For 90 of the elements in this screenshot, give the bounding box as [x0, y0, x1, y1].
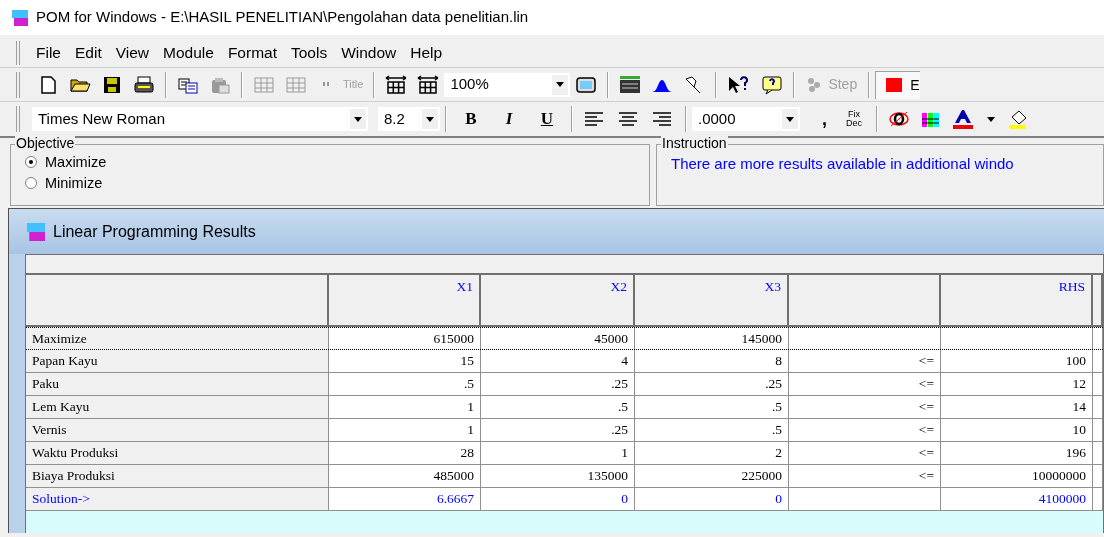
save-icon[interactable] [101, 74, 123, 95]
table-cell: 1 [329, 419, 481, 441]
underline-button[interactable]: U [534, 106, 560, 132]
menu-item[interactable]: Tools [290, 40, 328, 65]
dots-icon [806, 76, 823, 93]
column-header: RHS [941, 275, 1093, 325]
menu-item[interactable]: Module [163, 40, 214, 65]
menu-item[interactable]: Help [410, 40, 443, 65]
table-cell: 28 [329, 442, 481, 464]
decimals-dropdown[interactable]: .0000 [692, 107, 800, 131]
table-cell: .25 [635, 373, 789, 395]
table-cell: <= [789, 442, 941, 464]
help-balloon-icon[interactable] [761, 74, 784, 95]
window-title: POM for Windows - E:\HASIL PENELITIAN\Pengolahan data penelitian.lin [36, 7, 529, 28]
toolbar-button[interactable]: E [875, 70, 920, 99]
menu-item[interactable]: View [115, 40, 150, 65]
fill-color-icon[interactable] [1008, 109, 1026, 129]
table-cell: Lem Kayu [26, 396, 329, 418]
table-cell: 4 [481, 350, 635, 372]
table-cell: 12 [941, 373, 1093, 395]
window-title: Linear Programming Results [53, 221, 256, 242]
monitor-icon[interactable] [575, 74, 598, 95]
table-cell: .25 [481, 419, 635, 441]
table-cell: .5 [635, 396, 789, 418]
table-cell: 2 [635, 442, 789, 464]
table-cell: <= [789, 350, 941, 372]
menu-item[interactable]: Window [341, 40, 397, 65]
table-cell: 1 [481, 442, 635, 464]
radio-button[interactable] [25, 156, 37, 168]
table-cell: 225000 [635, 465, 789, 487]
table-cell: 8 [635, 350, 789, 372]
table-cell: 196 [941, 442, 1093, 464]
table-cell: Paku [26, 373, 329, 395]
table-cell: Vernis [26, 419, 329, 441]
table-cell: Biaya Produksi [26, 465, 329, 487]
table-cell: 0 [635, 488, 789, 510]
calculator-icon[interactable] [619, 74, 642, 95]
table-cell: 615000 [329, 328, 481, 349]
group-title: Instruction [661, 135, 728, 151]
table-cell: <= [789, 465, 941, 487]
table-cell: Solution-> [26, 488, 329, 510]
column-header: X3 [635, 275, 789, 325]
instruction-text: There are more results available in additional windo [670, 154, 1015, 174]
table-cell [1093, 328, 1103, 349]
table-cell: Maximize [26, 328, 329, 349]
column-header: X2 [481, 275, 635, 325]
table-cell: 10000000 [941, 465, 1093, 487]
zoom-dropdown[interactable]: 100% [444, 72, 571, 97]
italic-button[interactable]: I [496, 106, 522, 132]
radio-label[interactable]: Minimize [45, 174, 103, 192]
table-cell: Papan Kayu [26, 350, 329, 372]
radio-button[interactable] [25, 177, 37, 189]
table-cell: <= [789, 396, 941, 418]
app-icon [12, 9, 28, 26]
table-cell: .25 [481, 373, 635, 395]
font-dropdown[interactable]: Times New Roman [32, 107, 368, 131]
font-color-icon[interactable] [952, 109, 974, 129]
table-cell: 15 [329, 350, 481, 372]
table-cell: 10 [941, 419, 1093, 441]
table-cell: 1 [329, 396, 481, 418]
table-cell: 45000 [481, 328, 635, 349]
table-cell: Waktu Produksi [26, 442, 329, 464]
menu-item[interactable]: Format [227, 40, 277, 65]
table-cell: .5 [635, 419, 789, 441]
table-cell: .5 [481, 396, 635, 418]
printer-icon[interactable] [133, 74, 155, 95]
fix-decimal-button[interactable]: Fix Dec [843, 110, 865, 128]
table-cell: 6.6667 [329, 488, 481, 510]
column-width-icon[interactable] [385, 74, 408, 95]
group-title: Objective [15, 135, 76, 151]
table-cell: 14 [941, 396, 1093, 418]
no-zero-icon[interactable] [888, 109, 910, 129]
table-cell: <= [789, 373, 941, 395]
font-size-dropdown[interactable]: 8.2 [378, 107, 440, 131]
menu-item[interactable]: File [36, 40, 61, 65]
app-icon [27, 222, 45, 241]
table-cell: 0 [481, 488, 635, 510]
table-cell: 100 [941, 350, 1093, 372]
menu-item[interactable]: Edit [75, 40, 102, 65]
table-cell: 4100000 [941, 488, 1093, 510]
table-cell: 145000 [635, 328, 789, 349]
square-icon [886, 78, 903, 92]
table-cell: 135000 [481, 465, 635, 487]
table-cell: .5 [329, 373, 481, 395]
column-header: X1 [329, 275, 481, 325]
table-cell: 485000 [329, 465, 481, 487]
radio-label[interactable]: Maximize [45, 153, 107, 171]
table-cell: <= [789, 419, 941, 441]
column-width-icon[interactable] [417, 74, 440, 95]
bold-button[interactable]: B [458, 106, 484, 132]
